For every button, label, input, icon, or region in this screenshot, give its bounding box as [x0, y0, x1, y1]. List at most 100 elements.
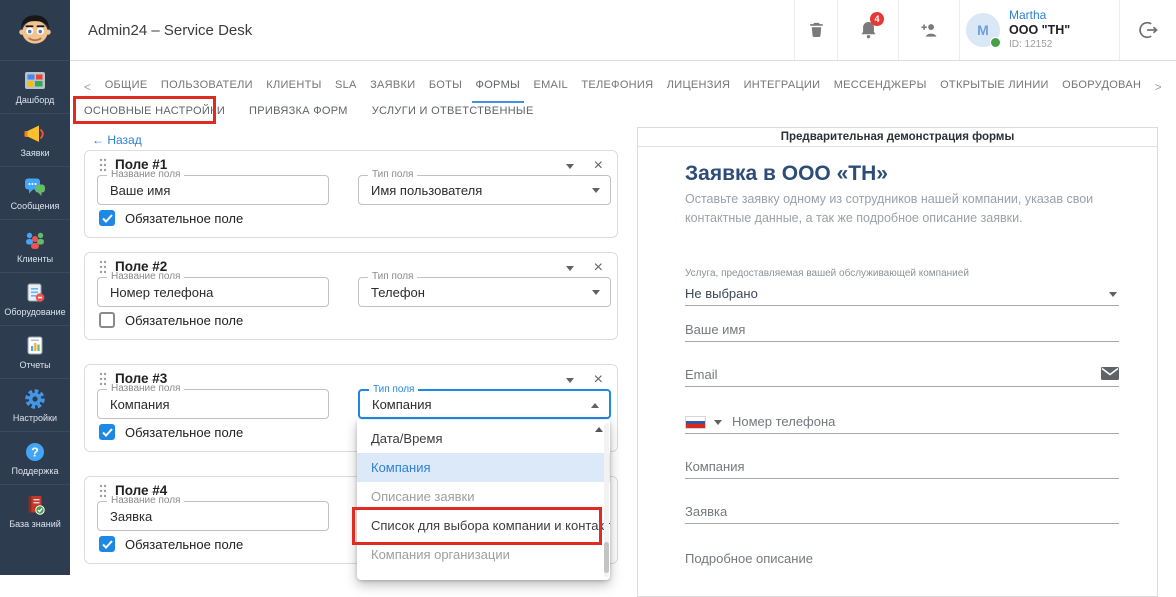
field-name-input-wrap: Название поля: [97, 389, 329, 419]
tab-forms[interactable]: ФОРМЫ: [476, 79, 521, 95]
collapse-chevron-icon[interactable]: [566, 378, 574, 383]
header-actions: 4 M Martha ООО "ТН" ID: 12152: [794, 0, 1176, 60]
tab-users[interactable]: ПОЛЬЗОВАТЕЛИ: [161, 79, 253, 95]
preview-phone-field[interactable]: Номер телефона: [685, 407, 1119, 434]
tab-license[interactable]: ЛИЦЕНЗИЯ: [667, 79, 730, 95]
field-type-select[interactable]: Тип поля: [358, 277, 611, 307]
preview-service-select[interactable]: Не выбрано: [685, 279, 1119, 306]
tab-common[interactable]: ОБЩИЕ: [105, 79, 148, 95]
sidebar-item-label: Отчеты: [19, 360, 50, 370]
logout-button[interactable]: [1119, 0, 1176, 60]
remove-field-button[interactable]: ×: [594, 373, 603, 387]
help-icon: ?: [23, 440, 47, 464]
field-type-dropdown-menu: Дата/Время Компания Описание заявки Спис…: [357, 420, 610, 580]
preview-form-title: Заявка в ООО «ТН»: [685, 162, 888, 186]
required-checkbox[interactable]: [99, 424, 115, 440]
gear-icon: [23, 387, 47, 411]
subtab-main-settings[interactable]: ОСНОВНЫЕ НАСТРОЙКИ: [84, 105, 225, 117]
trash-button[interactable]: [794, 0, 837, 60]
preview-name-placeholder: Ваше имя: [685, 322, 745, 337]
preview-company-field[interactable]: Компания: [685, 452, 1119, 479]
user-company: ООО "ТН": [1009, 23, 1070, 39]
sidebar-item-support[interactable]: ? Поддержка: [0, 431, 70, 484]
preview-email-placeholder: Email: [685, 367, 718, 382]
country-select-caret-icon[interactable]: [714, 420, 722, 425]
field-name-input[interactable]: [98, 503, 306, 529]
tab-telephony[interactable]: ТЕЛЕФОНИЯ: [581, 79, 653, 95]
remove-field-button[interactable]: ×: [594, 159, 603, 173]
subtab-form-binding[interactable]: ПРИВЯЗКА ФОРМ: [249, 105, 348, 117]
tabs-prev-chevron-icon[interactable]: <: [84, 80, 91, 94]
sidebar-item-knowledge-base[interactable]: База знаний: [0, 484, 70, 537]
sidebar-item-clients[interactable]: Клиенты: [0, 219, 70, 272]
dropdown-option-request-description[interactable]: Описание заявки: [357, 482, 610, 511]
required-checkbox[interactable]: [99, 312, 115, 328]
sidebar-item-settings[interactable]: Настройки: [0, 378, 70, 431]
field-name-input[interactable]: [98, 391, 306, 417]
drag-handle-icon[interactable]: [99, 372, 107, 386]
field-type-select[interactable]: Тип поля: [358, 175, 611, 205]
dropdown-option-datetime[interactable]: Дата/Время: [357, 424, 610, 453]
sidebar-item-label: Сообщения: [11, 201, 60, 211]
tab-equipment[interactable]: ОБОРУДОВАН: [1062, 79, 1141, 95]
drag-handle-icon[interactable]: [99, 260, 107, 274]
dropdown-scrollbar-thumb[interactable]: [604, 542, 609, 573]
field-panel-2: Поле #2 × Название поля Тип поля Обязате…: [84, 252, 618, 340]
field-type-select-open[interactable]: Тип поля: [358, 389, 611, 419]
collapse-chevron-icon[interactable]: [566, 266, 574, 271]
trash-icon: [807, 20, 826, 40]
back-link[interactable]: ← Назад: [92, 133, 142, 147]
tabs-next-chevron-icon[interactable]: >: [1155, 80, 1162, 94]
sidebar-item-equipment[interactable]: Оборудование: [0, 272, 70, 325]
sidebar-item-dashboard[interactable]: Дашборд: [0, 60, 70, 113]
required-checkbox[interactable]: [99, 536, 115, 552]
add-user-button[interactable]: [898, 0, 959, 60]
remove-field-button[interactable]: ×: [594, 261, 603, 275]
preview-name-field[interactable]: Ваше имя: [685, 315, 1119, 342]
required-checkbox-label: Обязательное поле: [125, 537, 243, 552]
tab-email[interactable]: EMAIL: [533, 79, 568, 95]
dropdown-option-company-contact-list[interactable]: Список для выбора компании и контакта: [357, 511, 610, 540]
tab-open-lines[interactable]: ОТКРЫТЫЕ ЛИНИИ: [940, 79, 1049, 95]
preview-phone-placeholder: Номер телефона: [732, 414, 835, 429]
sidebar-item-messages[interactable]: Сообщения: [0, 166, 70, 219]
user-name: Martha: [1009, 8, 1070, 23]
required-checkbox[interactable]: [99, 210, 115, 226]
sidebar-item-tickets[interactable]: Заявки: [0, 113, 70, 166]
check-icon: [102, 428, 113, 437]
report-icon: [23, 334, 47, 358]
tab-integrations[interactable]: ИНТЕГРАЦИИ: [744, 79, 821, 95]
sidebar-item-reports[interactable]: Отчеты: [0, 325, 70, 378]
field-name-input-wrap: Название поля: [97, 277, 329, 307]
sidebar-item-label: Настройки: [13, 413, 57, 423]
preview-description-field[interactable]: Подробное описание: [685, 544, 1119, 570]
svg-text:?: ?: [31, 446, 39, 460]
preview-email-field[interactable]: Email: [685, 360, 1119, 387]
preview-request-field[interactable]: Заявка: [685, 497, 1119, 524]
tab-tickets[interactable]: ЗАЯВКИ: [370, 79, 415, 95]
tab-messengers[interactable]: МЕССЕНДЖЕРЫ: [834, 79, 927, 95]
dropdown-option-company-selected[interactable]: Компания: [357, 453, 610, 482]
sidebar-item-label: Дашборд: [16, 95, 55, 105]
profile-menu[interactable]: M Martha ООО "ТН" ID: 12152: [959, 0, 1119, 60]
tab-bots[interactable]: БОТЫ: [429, 79, 462, 95]
tab-sla[interactable]: SLA: [335, 79, 357, 95]
russia-flag-icon[interactable]: [685, 416, 706, 429]
sidebar-item-label: Заявки: [20, 148, 49, 158]
drag-handle-icon[interactable]: [99, 484, 107, 498]
field-name-input[interactable]: [98, 279, 306, 305]
collapse-chevron-icon[interactable]: [566, 164, 574, 169]
tab-clients[interactable]: КЛИЕНТЫ: [266, 79, 321, 95]
field-name-input[interactable]: [98, 177, 306, 203]
dropdown-option-organization-company[interactable]: Компания организации: [357, 540, 610, 569]
field-name-input-wrap: Название поля: [97, 501, 329, 531]
logout-icon: [1137, 19, 1159, 41]
preview-form-description: Оставьте заявку одному из сотрудников на…: [685, 190, 1137, 229]
app-logo-avatar[interactable]: [0, 0, 70, 60]
sidebar-item-label: Клиенты: [17, 254, 53, 264]
subtab-services-responsible[interactable]: УСЛУГИ И ОТВЕТСТВЕННЫЕ: [372, 105, 534, 117]
notifications-button[interactable]: 4: [837, 0, 898, 60]
drag-handle-icon[interactable]: [99, 158, 107, 172]
required-checkbox-label: Обязательное поле: [125, 425, 243, 440]
profile-text: Martha ООО "ТН" ID: 12152: [1009, 8, 1070, 51]
